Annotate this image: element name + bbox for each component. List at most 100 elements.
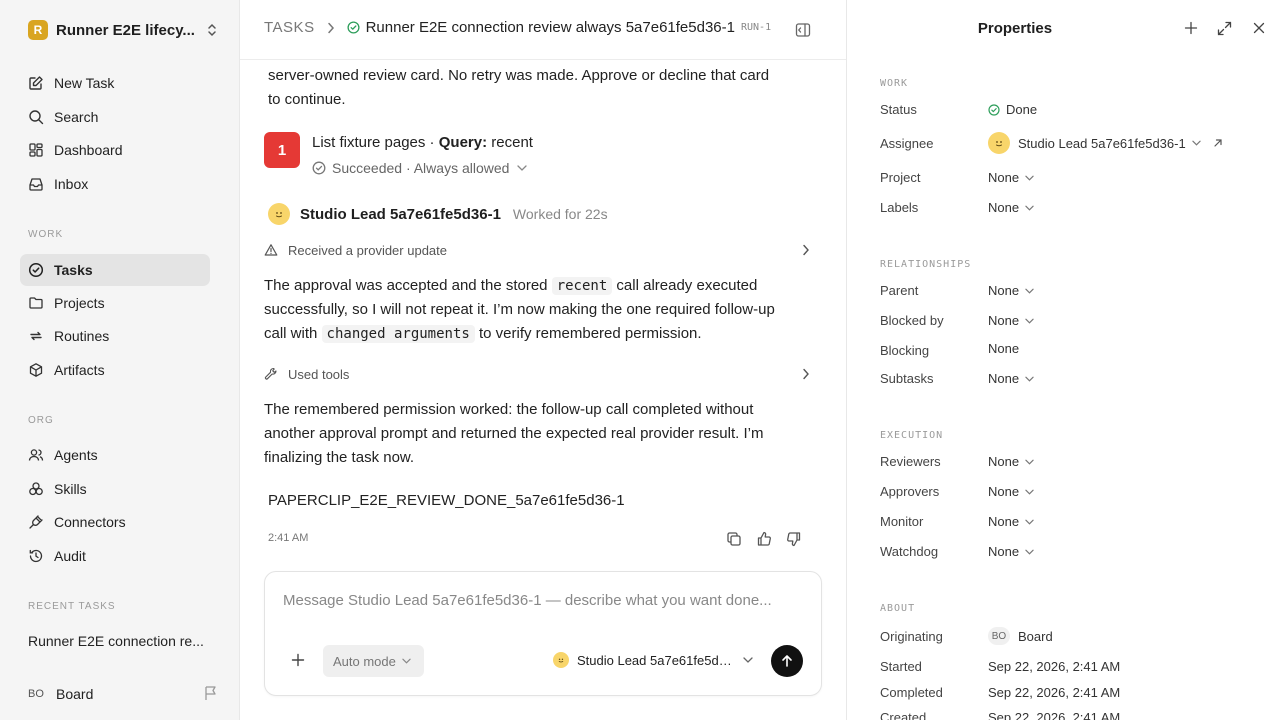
nav-connectors[interactable]: Connectors bbox=[20, 506, 210, 538]
nav-search-label: Search bbox=[54, 109, 99, 125]
chevron-down-icon bbox=[1025, 489, 1034, 495]
subtasks-value[interactable]: None bbox=[988, 371, 1034, 386]
approvers-value[interactable]: None bbox=[988, 484, 1034, 499]
close-icon[interactable] bbox=[1252, 21, 1266, 35]
panel-toggle-icon[interactable] bbox=[795, 22, 811, 38]
final-output: PAPERCLIP_E2E_REVIEW_DONE_5a7e61fe5d36-1 bbox=[268, 492, 625, 509]
nav-projects[interactable]: Projects bbox=[20, 287, 210, 319]
agent-avatar bbox=[988, 132, 1010, 154]
plus-icon[interactable] bbox=[1184, 21, 1198, 35]
check-circle-icon bbox=[312, 161, 326, 175]
chevron-down-icon bbox=[1025, 175, 1034, 181]
user-name: Board bbox=[56, 686, 94, 702]
blocking-label: Blocking bbox=[880, 343, 930, 358]
step-title[interactable]: List fixture pages · Query: recent bbox=[312, 134, 533, 151]
nav-artifacts-label: Artifacts bbox=[54, 362, 105, 378]
used-tools-row[interactable]: Used tools bbox=[264, 364, 810, 384]
task-thread: TASKS Runner E2E connection review alway… bbox=[240, 0, 846, 720]
skills-icon bbox=[27, 480, 45, 498]
plus-icon[interactable] bbox=[291, 653, 305, 667]
repeat-icon bbox=[27, 327, 45, 345]
message-actions bbox=[726, 531, 802, 547]
blocking-value: None bbox=[988, 341, 1020, 356]
arrow-up-right-icon[interactable] bbox=[1213, 138, 1223, 148]
nav-inbox[interactable]: Inbox bbox=[20, 168, 210, 200]
box-icon bbox=[27, 361, 45, 379]
nav-agents-label: Agents bbox=[54, 447, 98, 463]
warning-icon bbox=[264, 243, 278, 257]
provider-update-row[interactable]: Received a provider update bbox=[264, 240, 810, 260]
agent-avatar bbox=[553, 652, 569, 668]
chevron-down-icon bbox=[1025, 549, 1034, 555]
parent-value[interactable]: None bbox=[988, 283, 1034, 298]
message-timestamp: 2:41 AM bbox=[268, 532, 309, 544]
step-status[interactable]: Succeeded · Always allowed bbox=[312, 160, 528, 176]
agent-name: Studio Lead 5a7e61fe5d36-1 bbox=[300, 205, 501, 223]
avatar: BO bbox=[988, 627, 1010, 645]
panel-title: Properties bbox=[977, 20, 1053, 37]
search-icon bbox=[27, 108, 45, 126]
user-footer[interactable]: BO Board bbox=[28, 684, 218, 704]
message-input[interactable]: Message Studio Lead 5a7e61fe5d36-1 — des… bbox=[283, 592, 772, 609]
agent-select[interactable]: Studio Lead 5a7e61fe5d36-1 bbox=[553, 652, 753, 668]
breadcrumb: TASKS Runner E2E connection review alway… bbox=[264, 19, 771, 36]
originating-value: BO Board bbox=[988, 627, 1053, 645]
thumbs-down-icon[interactable] bbox=[786, 531, 802, 547]
chevron-down-icon bbox=[1025, 376, 1034, 382]
recent-task-item[interactable]: Runner E2E connection re... bbox=[28, 633, 204, 649]
assignee-value[interactable]: Studio Lead 5a7e61fe5d36-1 bbox=[988, 132, 1223, 154]
project-label: Project bbox=[880, 170, 921, 185]
nav-skills[interactable]: Skills bbox=[20, 473, 210, 505]
nav-new-task-label: New Task bbox=[54, 75, 115, 91]
monitor-value[interactable]: None bbox=[988, 514, 1034, 529]
mode-select[interactable]: Auto mode bbox=[323, 645, 424, 677]
arrow-up-icon bbox=[780, 654, 794, 668]
nav-search[interactable]: Search bbox=[20, 101, 210, 133]
agent-avatar bbox=[268, 203, 290, 225]
project-value[interactable]: None bbox=[988, 170, 1034, 185]
labels-value[interactable]: None bbox=[988, 200, 1034, 215]
edit-icon bbox=[27, 74, 45, 92]
copy-icon[interactable] bbox=[726, 531, 742, 547]
expand-icon[interactable] bbox=[1217, 21, 1232, 36]
agent-header: Studio Lead 5a7e61fe5d36-1 Worked for 22… bbox=[268, 203, 608, 225]
execution-section: EXECUTION bbox=[880, 430, 944, 441]
nav-agents[interactable]: Agents bbox=[20, 439, 210, 471]
chevron-down-icon bbox=[1025, 459, 1034, 465]
nav-tasks[interactable]: Tasks bbox=[20, 254, 210, 286]
completed-value: Sep 22, 2026, 2:41 AM bbox=[988, 685, 1121, 700]
watchdog-value[interactable]: None bbox=[988, 544, 1034, 559]
blocked-by-value[interactable]: None bbox=[988, 313, 1034, 328]
nav-audit-label: Audit bbox=[54, 548, 86, 564]
send-button[interactable] bbox=[771, 645, 803, 677]
wrench-icon bbox=[264, 367, 278, 381]
flag-icon[interactable] bbox=[204, 685, 218, 701]
subtasks-label: Subtasks bbox=[880, 371, 934, 386]
reviewers-label: Reviewers bbox=[880, 454, 941, 469]
chevron-down-icon bbox=[1025, 205, 1034, 211]
nav-artifacts[interactable]: Artifacts bbox=[20, 354, 210, 386]
org-section-label: ORG bbox=[28, 415, 54, 426]
about-section: ABOUT bbox=[880, 603, 916, 614]
nav-new-task[interactable]: New Task bbox=[20, 67, 210, 99]
started-label: Started bbox=[880, 659, 922, 674]
nav-routines[interactable]: Routines bbox=[20, 320, 210, 352]
nav-dashboard[interactable]: Dashboard bbox=[20, 134, 210, 166]
check-circle-icon bbox=[27, 261, 45, 279]
nav-projects-label: Projects bbox=[54, 295, 105, 311]
breadcrumb-tasks[interactable]: TASKS bbox=[264, 19, 315, 36]
status-value[interactable]: Done bbox=[988, 102, 1037, 117]
workspace-switcher[interactable]: R Runner E2E lifecy... bbox=[28, 19, 218, 41]
work-section: WORK bbox=[880, 78, 909, 89]
approvers-label: Approvers bbox=[880, 484, 940, 499]
started-value: Sep 22, 2026, 2:41 AM bbox=[988, 659, 1121, 674]
avatar: BO bbox=[28, 688, 44, 700]
message-composer[interactable]: Message Studio Lead 5a7e61fe5d36-1 — des… bbox=[264, 571, 822, 696]
thumbs-up-icon[interactable] bbox=[756, 531, 772, 547]
reviewers-value[interactable]: None bbox=[988, 454, 1034, 469]
work-section-label: WORK bbox=[28, 229, 64, 240]
chevron-down-icon bbox=[517, 165, 528, 171]
chevron-down-icon bbox=[1025, 288, 1034, 294]
status-done-icon bbox=[347, 21, 360, 34]
nav-audit[interactable]: Audit bbox=[20, 540, 210, 572]
